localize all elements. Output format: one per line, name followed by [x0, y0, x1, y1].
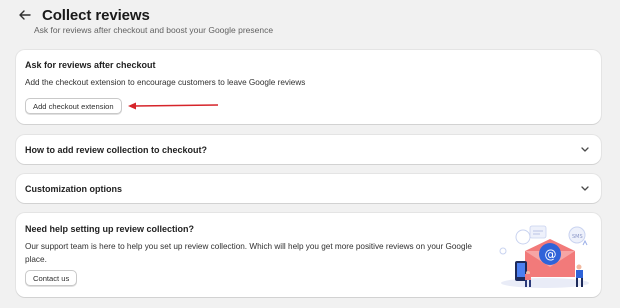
svg-text:@: @ [545, 248, 557, 262]
page-subtitle: Ask for reviews after checkout and boost… [34, 25, 274, 35]
help-card: Need help setting up review collection? … [16, 213, 601, 297]
annotation-arrow-icon [128, 102, 219, 110]
accordion-label: Customization options [25, 183, 122, 194]
email-review-illustration-icon: SMS @ [499, 225, 589, 288]
help-card-description: Our support team is here to help you set… [25, 242, 472, 264]
accordion-label: How to add review collection to checkout… [25, 144, 208, 155]
chevron-down-icon [580, 145, 590, 155]
add-checkout-extension-button[interactable]: Add checkout extension [25, 98, 122, 114]
help-card-heading: Need help setting up review collection? [25, 224, 195, 234]
contact-us-button[interactable]: Contact us [25, 270, 78, 286]
checkout-card-description: Add the checkout extension to encourage … [25, 78, 306, 87]
accordion-how-to-add[interactable]: How to add review collection to checkout… [16, 135, 601, 164]
chevron-down-icon [580, 184, 590, 194]
page-title: Collect reviews [42, 6, 150, 24]
checkout-card-heading: Ask for reviews after checkout [25, 60, 156, 70]
checkout-extension-card: Ask for reviews after checkout Add the c… [16, 50, 601, 124]
accordion-customization-options[interactable]: Customization options [16, 174, 601, 203]
page-header: Collect reviews [16, 6, 150, 24]
back-arrow-icon[interactable] [16, 6, 34, 24]
svg-text:SMS: SMS [572, 234, 583, 240]
